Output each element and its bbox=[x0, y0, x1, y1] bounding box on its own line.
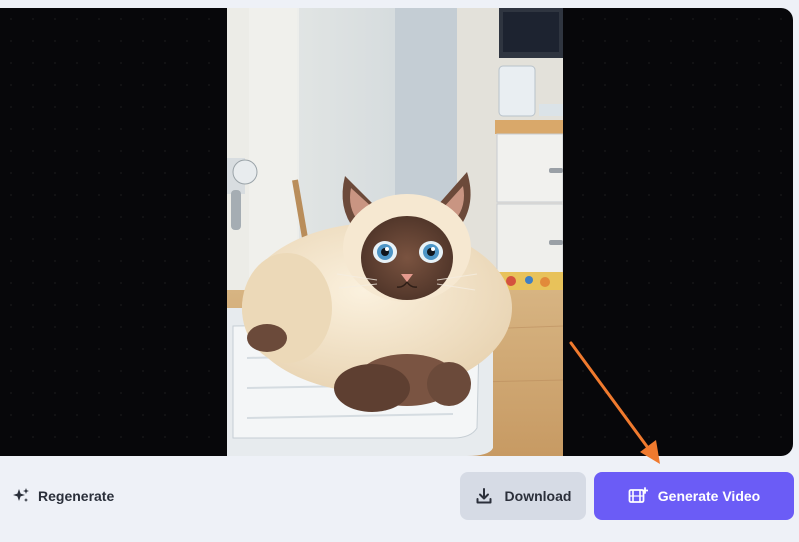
download-icon bbox=[475, 487, 493, 505]
download-button[interactable]: Download bbox=[460, 472, 586, 520]
download-label: Download bbox=[504, 488, 572, 504]
generated-image bbox=[227, 8, 563, 456]
regenerate-button[interactable]: Regenerate bbox=[12, 484, 114, 508]
regenerate-label: Regenerate bbox=[38, 488, 115, 504]
generate-video-button[interactable]: Generate Video bbox=[594, 472, 794, 520]
sparkles-icon bbox=[12, 487, 30, 505]
siamese-cat-illustration bbox=[227, 8, 563, 456]
image-preview-stage bbox=[0, 8, 793, 456]
film-plus-icon bbox=[628, 487, 649, 505]
generate-video-label: Generate Video bbox=[657, 488, 761, 504]
action-bar: Regenerate Download Generate Video bbox=[0, 456, 799, 542]
